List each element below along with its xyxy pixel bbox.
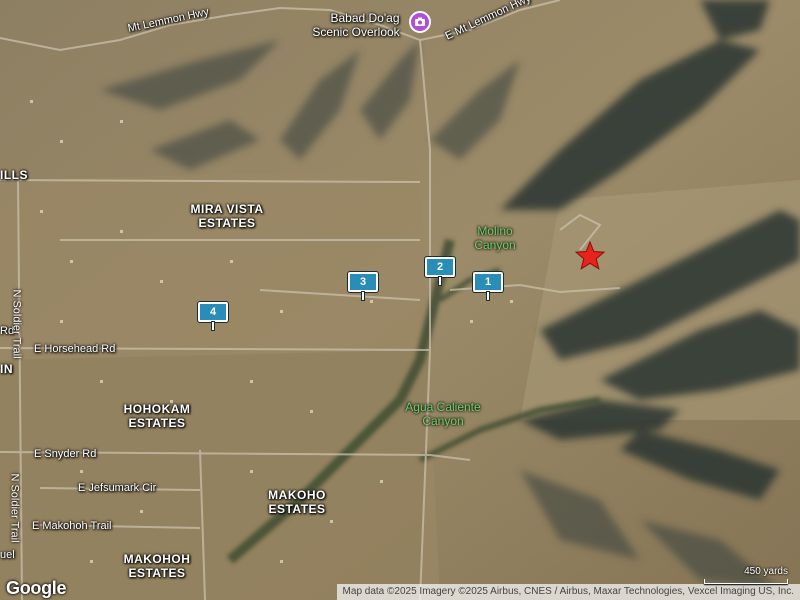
area-label-makohoh-line1: MAKOHOH: [123, 552, 191, 566]
map-marker-1[interactable]: 1: [473, 272, 503, 300]
scale-label: 450 yards: [744, 566, 788, 577]
map-marker-4[interactable]: 4: [198, 302, 228, 330]
scale-bar[interactable]: 450 yards: [702, 566, 788, 586]
road-label-soldier-trail-1: N Soldier Trail: [10, 289, 23, 359]
scale-line: [704, 579, 788, 584]
road-label-jefsumark: E Jefsumark Cir: [78, 482, 157, 494]
map-marker-3[interactable]: 3: [348, 272, 378, 300]
area-label-mira-vista-line1: MIRA VISTA: [190, 202, 264, 216]
map-attribution: Map data ©2025 Imagery ©2025 Airbus, CNE…: [336, 584, 800, 600]
area-label-in-fragment: IN: [0, 362, 13, 376]
road-label-quel-fragment: uel: [0, 549, 15, 561]
road-label-makohoh-trail: E Makohoh Trail: [32, 520, 112, 532]
road-label-horsehead: E Horsehead Rd: [34, 343, 116, 355]
map-marker-2[interactable]: 2: [425, 257, 455, 285]
area-label-makohoh-line2: ESTATES: [128, 566, 186, 580]
area-label-mira-vista-line2: ESTATES: [198, 216, 256, 230]
road-label-soldier-trail-2: N Soldier Trail: [8, 473, 21, 543]
poi-label-overlook-line2: Scenic Overlook: [312, 25, 400, 39]
satellite-map[interactable]: Mt Lemmon Hwy E Mt Lemmon Hwy Babad Do'a…: [0, 0, 800, 600]
park-label-agua-line2: Canyon: [422, 414, 464, 428]
poi-label-overlook-line1: Babad Do'ag: [330, 11, 400, 25]
park-label-molino-line2: Canyon: [474, 238, 516, 252]
area-label-makoho-line2: ESTATES: [268, 502, 326, 516]
area-label-hohokam-line2: ESTATES: [128, 416, 186, 430]
park-label-molino-line1: Molino: [477, 224, 513, 238]
google-logo: Google: [6, 578, 67, 598]
road-label-snyder: E Snyder Rd: [34, 448, 97, 460]
camera-icon[interactable]: [409, 11, 431, 33]
star-icon[interactable]: [574, 240, 606, 272]
area-label-makoho-line1: MAKOHO: [268, 488, 326, 502]
satellite-terrain: [0, 0, 800, 600]
area-label-hills: ILLS: [0, 168, 28, 182]
area-label-hohokam-line1: HOHOKAM: [123, 402, 191, 416]
park-label-agua-line1: Agua Caliente: [405, 400, 481, 414]
attribution-text: Map data ©2025 Imagery ©2025 Airbus, CNE…: [342, 586, 794, 597]
